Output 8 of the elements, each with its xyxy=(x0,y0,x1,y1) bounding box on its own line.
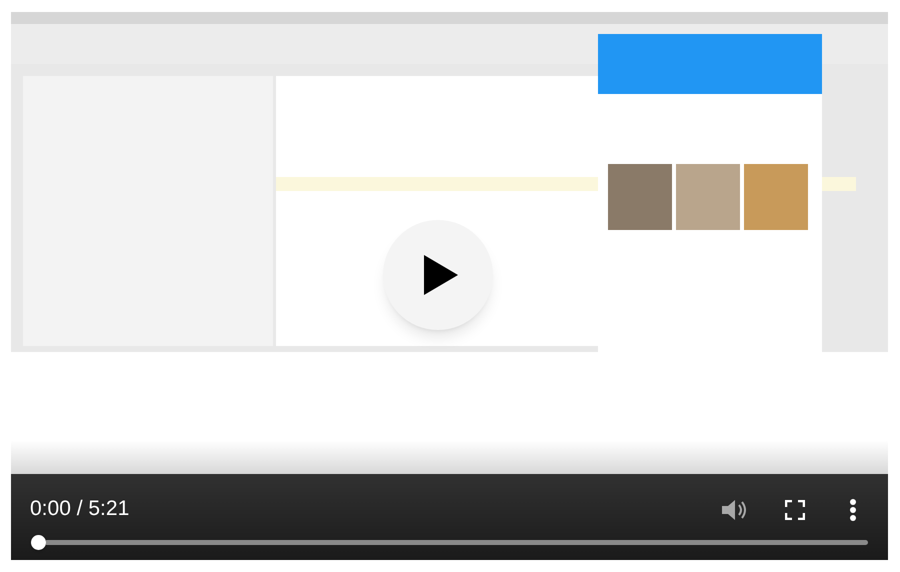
fullscreen-icon xyxy=(785,500,805,520)
more-icon xyxy=(849,498,857,522)
fullscreen-button[interactable] xyxy=(785,500,805,520)
volume-button[interactable] xyxy=(722,498,748,522)
speaker-icon xyxy=(722,498,748,522)
play-icon xyxy=(424,255,458,295)
time-display: 0:00 / 5:21 xyxy=(30,498,130,519)
more-button[interactable] xyxy=(849,498,857,522)
